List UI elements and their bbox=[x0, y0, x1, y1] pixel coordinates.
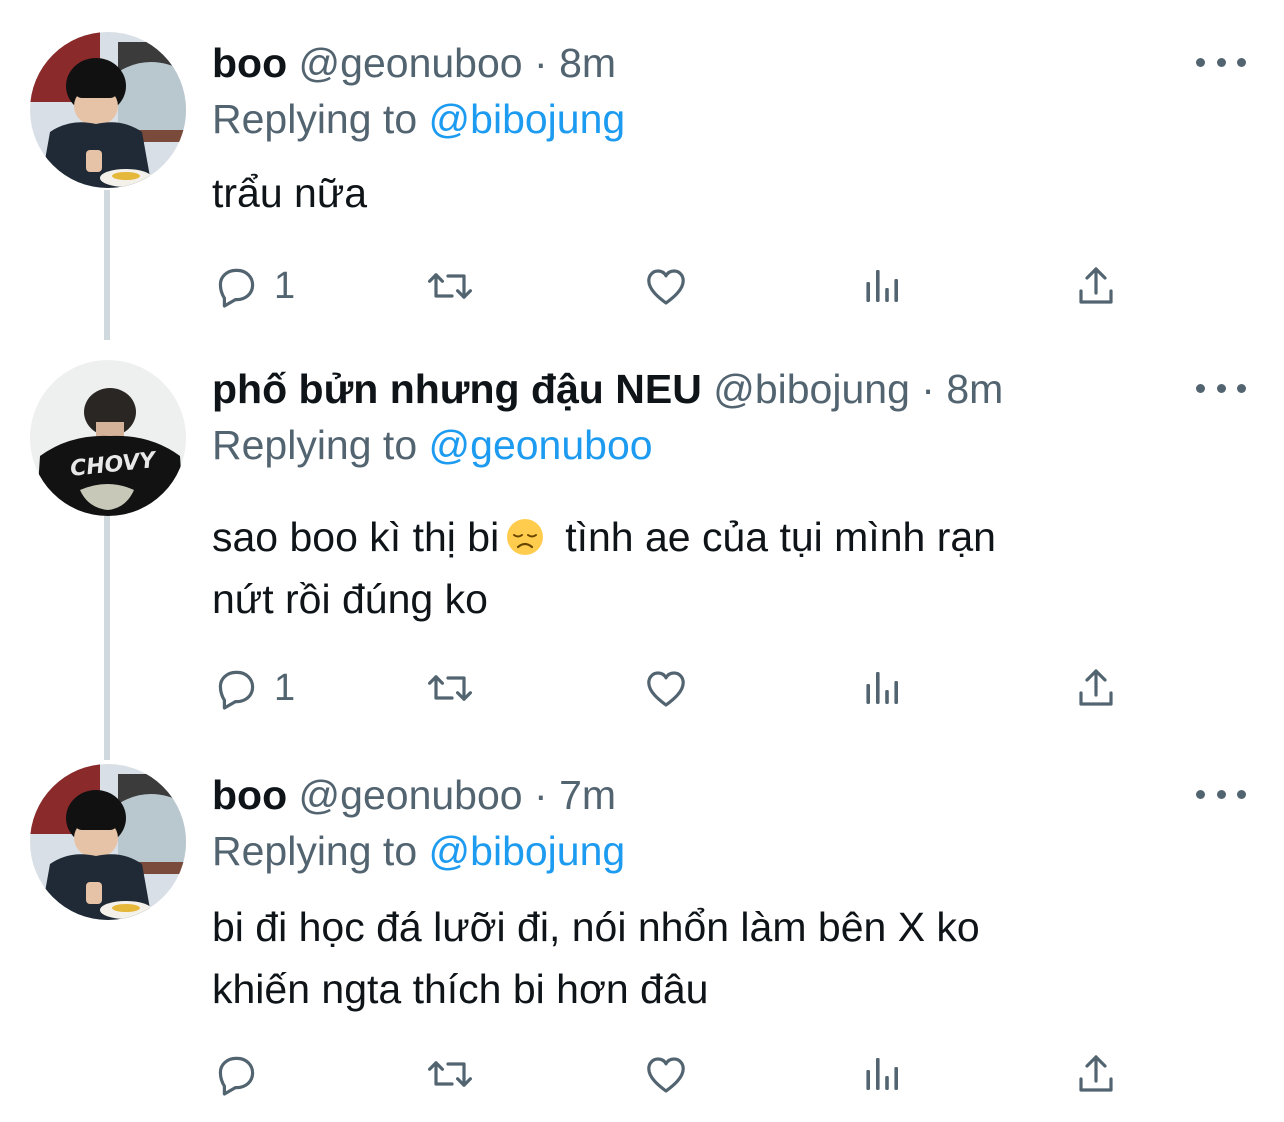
user-handle[interactable]: @geonuboo bbox=[299, 772, 523, 818]
reply-button[interactable] bbox=[212, 1044, 274, 1104]
reply-count: 1 bbox=[274, 666, 296, 709]
retweet-button[interactable] bbox=[426, 256, 474, 316]
avatar-image bbox=[30, 764, 186, 920]
views-icon bbox=[858, 262, 906, 310]
display-name[interactable]: boo bbox=[212, 40, 287, 86]
separator-dot: · bbox=[921, 366, 935, 412]
action-bar: 1 bbox=[212, 658, 1162, 718]
retweet-icon bbox=[426, 1050, 474, 1098]
replying-to-label: Replying to bbox=[212, 422, 418, 468]
avatar[interactable] bbox=[30, 764, 186, 920]
tweet[interactable]: phố bửn nhưng đậu NEU @bibojung · 8m Rep… bbox=[0, 340, 1284, 760]
replying-to-label: Replying to bbox=[212, 828, 418, 874]
share-icon bbox=[1072, 664, 1120, 712]
action-bar bbox=[212, 1044, 1162, 1104]
tweet-text-segment: tình ae của tụi mình rạn bbox=[565, 514, 996, 560]
reply-thread: boo @geonuboo · 8m Replying to @bibojung… bbox=[0, 0, 1284, 1122]
avatar[interactable] bbox=[30, 360, 186, 516]
more-icon[interactable] bbox=[1196, 373, 1246, 403]
like-icon bbox=[642, 664, 690, 712]
tweet-header: boo @geonuboo · 8m bbox=[212, 38, 616, 88]
reply-button[interactable]: 1 bbox=[212, 658, 295, 718]
like-icon bbox=[642, 262, 690, 310]
retweet-button[interactable] bbox=[426, 658, 474, 718]
reply-icon bbox=[212, 1050, 260, 1098]
thread-connector bbox=[104, 190, 110, 340]
tweet-text-line: sao boo kì thị bi tình ae của tụi mình r… bbox=[212, 506, 1222, 568]
reply-count: 1 bbox=[274, 264, 296, 307]
reply-button[interactable]: 1 bbox=[212, 256, 295, 316]
avatar[interactable] bbox=[30, 32, 186, 188]
separator-dot: · bbox=[534, 40, 548, 86]
thread-connector bbox=[104, 516, 110, 760]
avatar-image bbox=[30, 360, 186, 516]
separator-dot: · bbox=[534, 772, 548, 818]
replying-to: Replying to @geonuboo bbox=[212, 420, 653, 470]
avatar-image bbox=[30, 32, 186, 188]
replying-to: Replying to @bibojung bbox=[212, 826, 625, 876]
timestamp[interactable]: 8m bbox=[946, 366, 1003, 412]
timestamp[interactable]: 8m bbox=[559, 40, 616, 86]
reply-icon bbox=[212, 262, 260, 310]
like-button[interactable] bbox=[642, 658, 690, 718]
tweet-header: phố bửn nhưng đậu NEU @bibojung · 8m bbox=[212, 364, 1003, 414]
replying-to-label: Replying to bbox=[212, 96, 418, 142]
reply-icon bbox=[212, 664, 260, 712]
share-button[interactable] bbox=[1072, 256, 1120, 316]
tweet-text-line: trẩu nữa bbox=[212, 170, 368, 216]
user-handle[interactable]: @geonuboo bbox=[299, 40, 523, 86]
views-button[interactable] bbox=[858, 658, 906, 718]
like-icon bbox=[642, 1050, 690, 1098]
replying-to: Replying to @bibojung bbox=[212, 94, 625, 144]
tweet[interactable]: boo @geonuboo · 7m Replying to @bibojung… bbox=[0, 740, 1284, 1122]
more-icon[interactable] bbox=[1196, 47, 1246, 77]
timestamp[interactable]: 7m bbox=[559, 772, 616, 818]
share-button[interactable] bbox=[1072, 1044, 1120, 1104]
display-name[interactable]: phố bửn nhưng đậu NEU bbox=[212, 366, 702, 412]
retweet-icon bbox=[426, 664, 474, 712]
share-icon bbox=[1072, 1050, 1120, 1098]
mention-link[interactable]: @bibojung bbox=[429, 828, 626, 874]
tweet-text: sao boo kì thị bi tình ae của tụi mình r… bbox=[212, 506, 1222, 630]
views-button[interactable] bbox=[858, 256, 906, 316]
retweet-button[interactable] bbox=[426, 1044, 474, 1104]
views-icon bbox=[858, 664, 906, 712]
tweet-text-line: khiến ngta thích bi hơn đâu bbox=[212, 966, 709, 1012]
retweet-icon bbox=[426, 262, 474, 310]
tweet-header: boo @geonuboo · 7m bbox=[212, 770, 616, 820]
tweet-text: bi đi học đá lưỡi đi, nói nhổn làm bên X… bbox=[212, 896, 1222, 1020]
display-name[interactable]: boo bbox=[212, 772, 287, 818]
views-button[interactable] bbox=[858, 1044, 906, 1104]
mention-link[interactable]: @geonuboo bbox=[429, 422, 653, 468]
share-icon bbox=[1072, 262, 1120, 310]
tweet-text: trẩu nữa bbox=[212, 162, 1222, 224]
tweet-text-line: bi đi học đá lưỡi đi, nói nhổn làm bên X… bbox=[212, 904, 980, 950]
like-button[interactable] bbox=[642, 256, 690, 316]
user-handle[interactable]: @bibojung bbox=[713, 366, 910, 412]
action-bar: 1 bbox=[212, 256, 1162, 316]
more-icon[interactable] bbox=[1196, 779, 1246, 809]
mention-link[interactable]: @bibojung bbox=[429, 96, 626, 142]
share-button[interactable] bbox=[1072, 658, 1120, 718]
views-icon bbox=[858, 1050, 906, 1098]
tweet-text-segment: sao boo kì thị bi bbox=[212, 514, 500, 560]
disappointed-face-emoji bbox=[507, 519, 544, 555]
tweet[interactable]: boo @geonuboo · 8m Replying to @bibojung… bbox=[0, 0, 1284, 340]
like-button[interactable] bbox=[642, 1044, 690, 1104]
tweet-text-line: nứt rồi đúng ko bbox=[212, 576, 488, 622]
